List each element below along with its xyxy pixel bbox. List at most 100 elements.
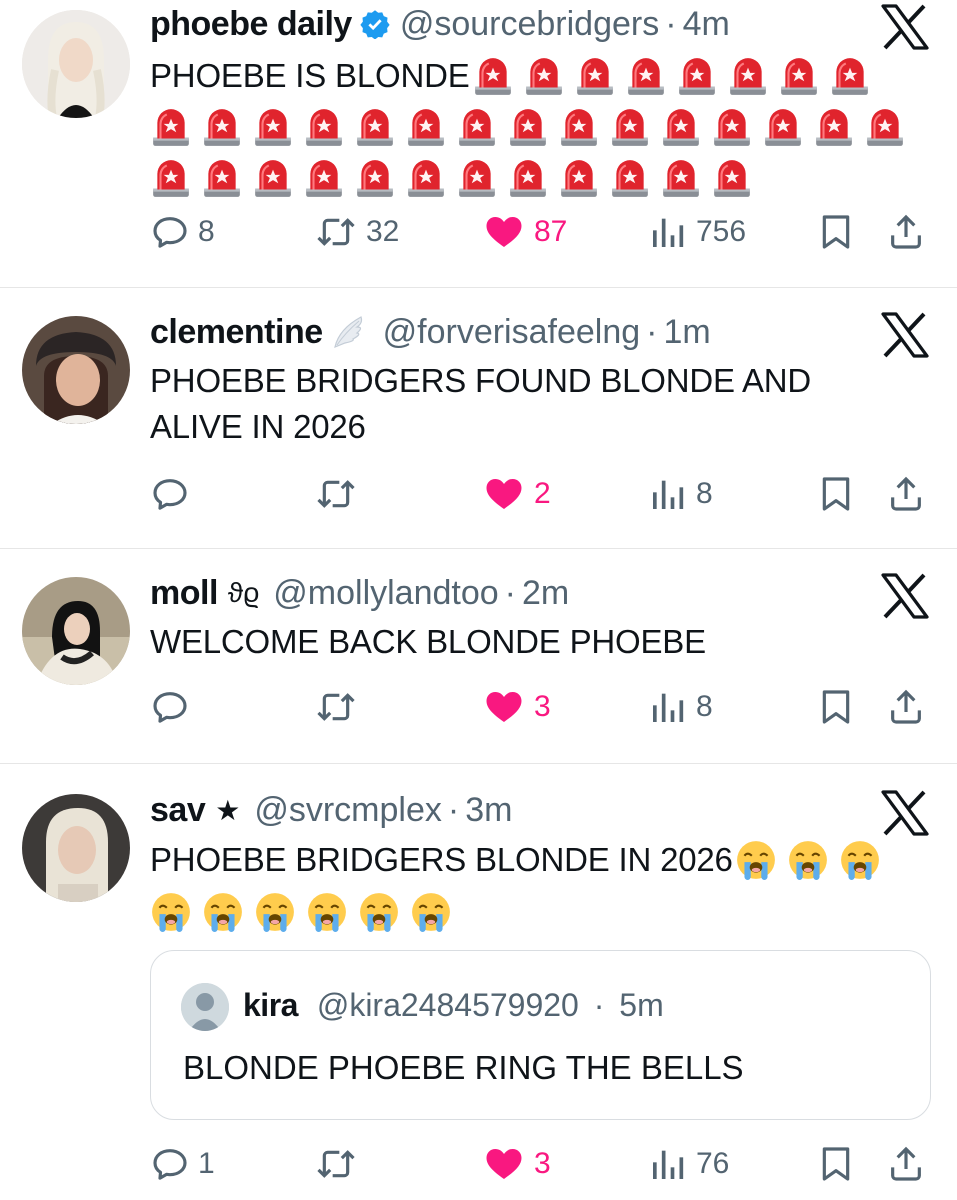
tweet-3[interactable]: moll ϑϱ @mollylandtoo · 2m WELCOME BACK … xyxy=(0,549,957,763)
like-button[interactable]: 87 xyxy=(482,210,567,254)
crying-face-emoji-icon xyxy=(839,839,881,881)
views-count: 756 xyxy=(696,215,747,248)
tweet-4[interactable]: sav ★ @svrcmplex · 3m PHOEBE BRIDGERS BL… xyxy=(0,764,957,1200)
tweet-text-content: PHOEBE BRIDGERS BLONDE IN 2026 xyxy=(150,841,733,878)
retweet-button[interactable] xyxy=(314,1142,366,1186)
siren-emoji-icon xyxy=(456,106,498,148)
siren-emoji-icon xyxy=(507,157,549,199)
like-button[interactable]: 2 xyxy=(482,472,551,516)
handle[interactable]: @svrcmplex xyxy=(254,791,442,830)
reply-button[interactable] xyxy=(150,472,198,516)
like-icon xyxy=(482,212,526,252)
siren-emoji-icon xyxy=(609,106,651,148)
like-icon xyxy=(482,687,526,727)
siren-emoji-icon xyxy=(711,106,753,148)
timestamp[interactable]: 1m xyxy=(663,313,710,352)
bookmark-button[interactable] xyxy=(816,685,864,729)
views-button[interactable]: 76 xyxy=(648,1142,729,1186)
display-name[interactable]: clementine xyxy=(150,313,323,352)
avatar[interactable] xyxy=(22,316,130,424)
name-suffix: ★ xyxy=(215,794,241,826)
avatar[interactable] xyxy=(22,10,130,118)
siren-emoji-icon xyxy=(711,157,753,199)
views-button[interactable]: 8 xyxy=(648,685,713,729)
retweet-button[interactable] xyxy=(314,472,366,516)
wing-icon xyxy=(331,315,367,349)
reply-button[interactable]: 1 xyxy=(150,1142,215,1186)
tweet-text: WELCOME BACK BLONDE PHOEBE xyxy=(150,619,940,665)
quote-handle[interactable]: @kira2484579920 xyxy=(317,987,579,1023)
siren-emoji-icon xyxy=(405,157,447,199)
tweet-text: PHOEBE BRIDGERS FOUND BLONDE AND ALIVE I… xyxy=(150,358,940,450)
quote-display-name[interactable]: kira xyxy=(243,987,298,1023)
siren-emoji-group xyxy=(150,152,940,203)
crying-face-emoji-icon xyxy=(150,891,192,933)
x-logo-icon xyxy=(880,573,930,619)
quote-timestamp[interactable]: 5m xyxy=(619,987,663,1023)
avatar[interactable] xyxy=(22,577,130,685)
handle[interactable]: @mollylandtoo xyxy=(273,574,498,613)
retweet-button[interactable] xyxy=(314,685,366,729)
crying-face-emoji-icon xyxy=(202,891,244,933)
siren-emoji-icon xyxy=(252,157,294,199)
like-button[interactable]: 3 xyxy=(482,1142,551,1186)
tweet-text-line: PHOEBE BRIDGERS FOUND BLONDE AND xyxy=(150,362,812,399)
tweet-1[interactable]: phoebe daily @sourcebridgers · 4m PHOEBE… xyxy=(0,0,957,287)
reply-button[interactable] xyxy=(150,685,198,729)
display-name[interactable]: phoebe daily xyxy=(150,5,352,44)
reply-icon xyxy=(150,1144,190,1184)
quote-tweet[interactable]: kira @kira2484579920 · 5m BLONDE PHOEBE … xyxy=(150,950,931,1120)
handle[interactable]: @sourcebridgers xyxy=(400,5,659,44)
views-icon xyxy=(648,687,688,727)
views-button[interactable]: 8 xyxy=(648,472,713,516)
x-logo-icon xyxy=(880,312,930,358)
retweet-button[interactable]: 32 xyxy=(314,210,399,254)
quote-text: BLONDE PHOEBE RING THE BELLS xyxy=(183,1049,744,1086)
share-button[interactable] xyxy=(886,210,934,254)
crying-emoji-group xyxy=(150,886,940,938)
like-button[interactable]: 3 xyxy=(482,685,551,729)
share-button[interactable] xyxy=(886,685,934,729)
display-name[interactable]: sav xyxy=(150,791,206,830)
avatar[interactable] xyxy=(181,983,229,1031)
avatar-image xyxy=(22,316,130,424)
share-button[interactable] xyxy=(886,1142,934,1186)
handle[interactable]: @forverisafeelng xyxy=(383,313,641,352)
bookmark-button[interactable] xyxy=(816,1142,864,1186)
timestamp[interactable]: 3m xyxy=(465,791,512,830)
timestamp[interactable]: 2m xyxy=(522,574,569,613)
avatar[interactable] xyxy=(22,794,130,902)
tweet-text-content: PHOEBE IS BLONDE xyxy=(150,56,470,94)
tweet-2[interactable]: clementine @forverisafeelng · 1m PHOEBE … xyxy=(0,288,957,548)
views-icon xyxy=(648,1144,688,1184)
views-icon xyxy=(648,474,688,514)
like-count: 3 xyxy=(534,690,551,723)
crying-face-emoji-icon xyxy=(254,891,296,933)
siren-emoji-icon xyxy=(303,157,345,199)
siren-emoji-icon xyxy=(354,157,396,199)
timestamp[interactable]: 4m xyxy=(683,5,730,44)
reply-icon xyxy=(150,687,190,727)
separator: · xyxy=(447,790,460,829)
siren-emoji-icon xyxy=(609,157,651,199)
views-button[interactable]: 756 xyxy=(648,210,746,254)
bookmark-button[interactable] xyxy=(816,210,864,254)
reply-icon xyxy=(150,212,190,252)
like-icon xyxy=(482,1144,526,1184)
share-icon xyxy=(886,212,926,252)
retweet-icon xyxy=(314,687,358,727)
tweet-actions: 3 8 xyxy=(150,685,940,729)
tweet-actions: 8 32 87 756 xyxy=(150,210,940,254)
siren-emoji-icon xyxy=(625,55,667,97)
display-name[interactable]: moll xyxy=(150,574,218,613)
bookmark-button[interactable] xyxy=(816,472,864,516)
reply-button[interactable]: 8 xyxy=(150,210,215,254)
tweet-actions: 1 3 76 xyxy=(150,1142,940,1186)
separator: · xyxy=(665,4,677,43)
tweet-header: phoebe daily @sourcebridgers · 4m xyxy=(150,4,730,44)
siren-emoji-icon xyxy=(558,106,600,148)
siren-emoji-icon xyxy=(727,55,769,97)
crying-face-emoji-icon xyxy=(358,891,400,933)
share-button[interactable] xyxy=(886,472,934,516)
avatar-image xyxy=(22,577,130,685)
